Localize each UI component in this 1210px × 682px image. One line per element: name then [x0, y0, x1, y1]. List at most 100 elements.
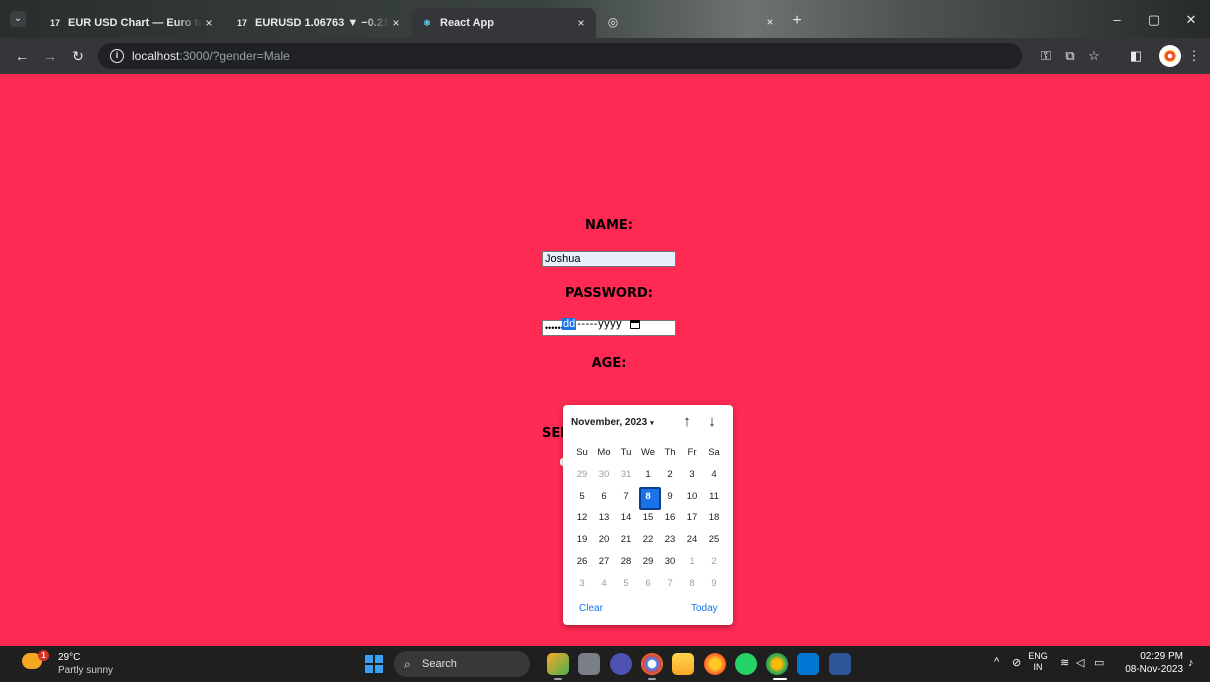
- meet-chat-icon[interactable]: [610, 653, 632, 675]
- calendar-day[interactable]: 6: [593, 486, 615, 508]
- start-button[interactable]: [365, 655, 383, 673]
- calendar-day[interactable]: 4: [703, 464, 725, 486]
- new-tab-button[interactable]: +: [787, 11, 807, 31]
- month-year-dropdown[interactable]: November, 2023 ▾: [571, 417, 654, 428]
- calendar-day[interactable]: 7: [659, 573, 681, 595]
- language-indicator[interactable]: ENG IN: [1028, 651, 1048, 673]
- back-arrow-icon[interactable]: ←: [12, 46, 32, 66]
- calendar-day[interactable]: 30: [593, 464, 615, 486]
- calendar-day[interactable]: 3: [681, 464, 703, 486]
- calendar-day[interactable]: 27: [593, 551, 615, 573]
- url-text[interactable]: localhost:3000/?gender=Male: [132, 49, 290, 63]
- next-month-arrow-icon[interactable]: ↓: [704, 413, 720, 431]
- tab-favicon-ghost-icon[interactable]: ◎: [600, 10, 626, 34]
- calendar-day[interactable]: 24: [681, 529, 703, 551]
- tab-react-app[interactable]: ⚛ React App ×: [412, 8, 596, 38]
- battery-icon[interactable]: ▭: [1094, 656, 1104, 669]
- calendar-day[interactable]: 4: [593, 573, 615, 595]
- calendar-day[interactable]: 6: [637, 573, 659, 595]
- calendar-day[interactable]: 28: [615, 551, 637, 573]
- calendar-day[interactable]: 23: [659, 529, 681, 551]
- calendar-day[interactable]: 13: [593, 507, 615, 529]
- clear-button[interactable]: Clear: [579, 603, 603, 614]
- close-window-button[interactable]: ✕: [1177, 10, 1205, 30]
- tray-overflow-chevron-icon[interactable]: ^: [994, 656, 999, 668]
- maximize-button[interactable]: ▢: [1140, 10, 1168, 30]
- clock-date[interactable]: 08-Nov-2023: [1122, 664, 1183, 675]
- tab-close-icon[interactable]: ×: [389, 16, 403, 30]
- calendar-day[interactable]: 18: [703, 507, 725, 529]
- today-button[interactable]: Today: [691, 603, 718, 614]
- calendar-day[interactable]: 25: [703, 529, 725, 551]
- address-bar[interactable]: i localhost:3000/?gender=Male: [98, 43, 1022, 69]
- calendar-day[interactable]: 14: [615, 507, 637, 529]
- password-key-icon[interactable]: ⚿: [1036, 46, 1056, 66]
- name-input[interactable]: [542, 251, 676, 267]
- tab-eurusd-chart[interactable]: 17 EUR USD Chart — Euro to Dollar Rate —…: [40, 8, 224, 38]
- calendar-day[interactable]: 31: [615, 464, 637, 486]
- network-off-icon[interactable]: ⊘: [1012, 656, 1021, 669]
- minimize-button[interactable]: –: [1103, 10, 1131, 30]
- calendar-day[interactable]: 22: [637, 529, 659, 551]
- file-explorer-window-icon[interactable]: [578, 653, 600, 675]
- reload-icon[interactable]: ↻: [68, 46, 88, 66]
- teams-icon[interactable]: [547, 653, 569, 675]
- calendar-day[interactable]: 11: [703, 486, 725, 508]
- calendar-day[interactable]: 20: [593, 529, 615, 551]
- calendar-day-selected[interactable]: 8: [637, 486, 661, 510]
- chrome-dev-icon[interactable]: [766, 653, 788, 675]
- calendar-day[interactable]: 30: [659, 551, 681, 573]
- calendar-day[interactable]: 17: [681, 507, 703, 529]
- calendar-day[interactable]: 7: [615, 486, 637, 508]
- calendar-day[interactable]: 5: [571, 486, 593, 508]
- calendar-day[interactable]: 5: [615, 573, 637, 595]
- calendar-day[interactable]: 29: [637, 551, 659, 573]
- age-date-input[interactable]: dd -----yyyy: [562, 316, 658, 332]
- calendar-day[interactable]: 9: [659, 486, 681, 508]
- calendar-day[interactable]: 3: [571, 573, 593, 595]
- calendar-day[interactable]: 9: [703, 573, 725, 595]
- previous-month-arrow-icon[interactable]: ↑: [679, 413, 695, 431]
- calendar-day[interactable]: 29: [571, 464, 593, 486]
- bookmark-star-icon[interactable]: ☆: [1084, 46, 1104, 66]
- tab-close-icon[interactable]: ×: [202, 16, 216, 30]
- vscode-icon[interactable]: [797, 653, 819, 675]
- profile-avatar[interactable]: [1159, 45, 1181, 67]
- weather-temperature[interactable]: 29°C: [58, 652, 80, 663]
- forward-arrow-icon[interactable]: →: [40, 46, 60, 66]
- wifi-icon[interactable]: ≋: [1060, 656, 1069, 669]
- taskbar-search[interactable]: ⌕ Search: [394, 651, 530, 677]
- calendar-day[interactable]: 8: [681, 573, 703, 595]
- calendar-day[interactable]: 12: [571, 507, 593, 529]
- calendar-day[interactable]: 1: [681, 551, 703, 573]
- calendar-day[interactable]: 26: [571, 551, 593, 573]
- calendar-icon[interactable]: [630, 319, 641, 329]
- calendar-day[interactable]: 10: [681, 486, 703, 508]
- tab-close-icon[interactable]: ×: [574, 16, 588, 30]
- calendar-day[interactable]: 19: [571, 529, 593, 551]
- calendar-day[interactable]: 21: [615, 529, 637, 551]
- whatsapp-icon[interactable]: [735, 653, 757, 675]
- notification-bell-icon[interactable]: ♪: [1188, 657, 1194, 669]
- calendar-day[interactable]: 16: [659, 507, 681, 529]
- firefox-icon[interactable]: [704, 653, 726, 675]
- date-rest-segment[interactable]: -----yyyy: [577, 318, 622, 330]
- weather-condition[interactable]: Partly sunny: [58, 665, 113, 676]
- clock-time[interactable]: 02:29 PM: [1135, 651, 1183, 662]
- menu-kebab-icon[interactable]: ⋮: [1184, 46, 1204, 66]
- calendar-day[interactable]: 2: [703, 551, 725, 573]
- tab-search-icon[interactable]: ⌄: [10, 11, 26, 27]
- date-day-segment[interactable]: dd: [562, 318, 577, 330]
- word-icon[interactable]: [829, 653, 851, 675]
- calendar-day[interactable]: 1: [637, 464, 659, 486]
- tab-close-icon[interactable]: ×: [757, 10, 783, 34]
- calendar-day[interactable]: 15: [637, 507, 659, 529]
- folder-icon[interactable]: [672, 653, 694, 675]
- calendar-day[interactable]: 2: [659, 464, 681, 486]
- chrome-icon[interactable]: [641, 653, 663, 675]
- cast-icon[interactable]: ⧉: [1060, 46, 1080, 66]
- site-info-icon[interactable]: i: [110, 49, 124, 63]
- side-panel-icon[interactable]: ◧: [1126, 46, 1146, 66]
- tab-eurusd-quote[interactable]: 17 EURUSD 1.06763 ▼ −0.21% Unnamed ×: [227, 8, 411, 38]
- volume-mute-icon[interactable]: ◁: [1076, 656, 1084, 669]
